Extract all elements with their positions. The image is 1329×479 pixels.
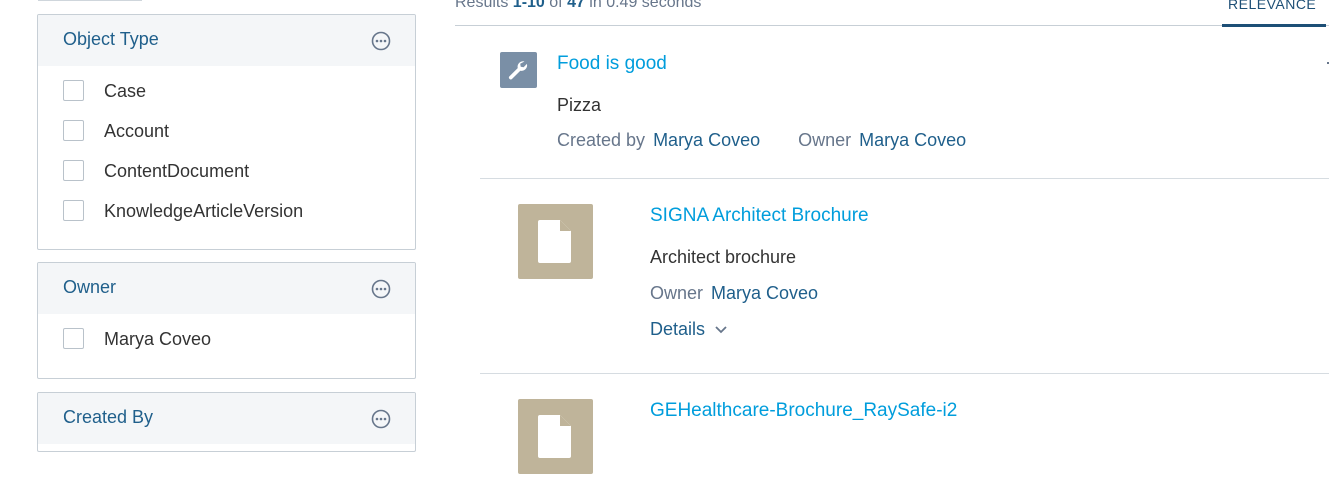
facet-value-knowledgearticleversion[interactable]: KnowledgeArticleVersion (38, 199, 415, 239)
owner-label: Owner (650, 283, 704, 303)
summary-of: of (544, 0, 568, 11)
more-options-icon[interactable] (371, 409, 391, 429)
checkbox[interactable] (63, 160, 84, 181)
facet-value-label: ContentDocument (104, 161, 250, 181)
checkbox[interactable] (63, 120, 84, 141)
checkbox[interactable] (63, 328, 84, 349)
facet-value-label: Case (104, 81, 147, 101)
summary-prefix: Results (455, 0, 513, 11)
result-title-link[interactable]: GEHealthcare-Brochure_RaySafe-i2 (650, 400, 957, 422)
facet-title: Created By (63, 407, 154, 427)
facet-owner: Owner Marya Coveo (37, 262, 416, 379)
facet-header: Object Type (38, 15, 415, 66)
query-summary: Results 1-10 of 47 in 0.49 seconds (455, 0, 701, 12)
created-by-label: Created by (557, 130, 646, 150)
result-title-link[interactable]: Food is good (557, 53, 667, 75)
result-divider (480, 373, 1329, 374)
facet-value-marya-coveo[interactable]: Marya Coveo (38, 327, 415, 367)
created-by-value[interactable]: Marya Coveo (653, 130, 760, 150)
facet-value-account[interactable]: Account (38, 119, 415, 159)
owner-value[interactable]: Marya Coveo (711, 283, 818, 303)
facet-header: Owner (38, 263, 415, 314)
summary-total: 47 (567, 0, 585, 11)
summary-range: 1-10 (512, 0, 545, 11)
facet-title: Object Type (63, 29, 159, 49)
result-title-link[interactable]: SIGNA Architect Brochure (650, 205, 869, 227)
facet-created-by: Created By (37, 392, 416, 452)
chevron-down-icon (715, 326, 727, 334)
more-options-icon[interactable] (371, 279, 391, 299)
owner-label: Owner (798, 130, 852, 150)
details-toggle[interactable]: Details (650, 319, 728, 340)
facet-header: Created By (38, 393, 415, 444)
facet-value-case[interactable]: Case (38, 79, 415, 119)
sort-active-indicator (1222, 24, 1326, 27)
facet-object-type: Object Type Case Account ContentDocument… (37, 14, 416, 250)
facet-value-label: KnowledgeArticleVersion (104, 201, 304, 221)
more-options-icon[interactable] (371, 31, 391, 51)
result-excerpt: Architect brochure (650, 247, 797, 267)
sort-relevance[interactable]: RELEVANCE (1228, 0, 1316, 12)
facet-value-contentdocument[interactable]: ContentDocument (38, 159, 415, 199)
document-icon (518, 204, 593, 279)
owner-value[interactable]: Marya Coveo (859, 130, 966, 150)
result-fields: Created by Marya Coveo Owner Marya Coveo (557, 130, 966, 151)
facet-value-label: Marya Coveo (104, 329, 212, 349)
details-label: Details (650, 319, 706, 339)
checkbox[interactable] (63, 80, 84, 101)
result-divider (480, 178, 1329, 179)
result-excerpt: Pizza (557, 95, 602, 115)
checkbox[interactable] (63, 200, 84, 221)
facet-value-label: Account (104, 121, 170, 141)
wrench-icon (500, 52, 537, 88)
summary-duration: in 0.49 seconds (584, 0, 702, 11)
facet-title: Owner (63, 277, 117, 297)
result-fields: Owner Marya Coveo (650, 283, 818, 304)
summary-divider (455, 25, 1329, 26)
facet-column-top-edge (38, 0, 142, 1)
document-icon (518, 399, 593, 474)
